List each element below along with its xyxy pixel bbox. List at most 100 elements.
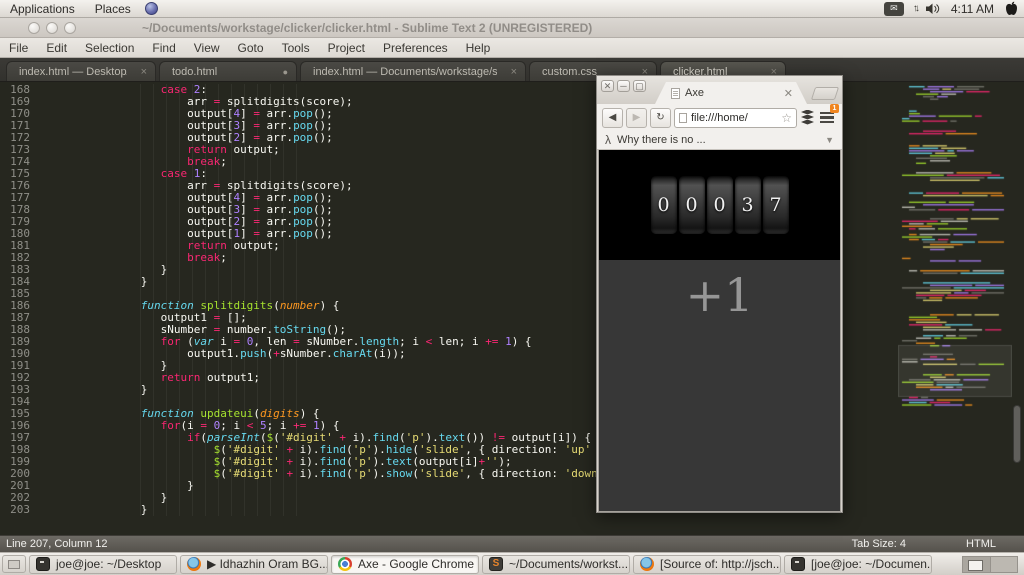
url-text[interactable]: file:///home/ — [691, 112, 748, 124]
chrome-tab-title: Axe — [685, 87, 704, 99]
chrome-maximize-button[interactable]: ▢ — [633, 80, 646, 92]
menu-file[interactable]: File — [0, 38, 37, 57]
tab-label: index.html — Desktop/Travel — [19, 65, 127, 78]
dirty-dot-icon[interactable]: ● — [269, 67, 288, 77]
update-badge: 1 — [830, 103, 839, 113]
close-window-button[interactable] — [28, 21, 40, 34]
taskbar-window-button[interactable]: ▶ Idhazhin Oram BG... — [180, 554, 328, 574]
menu-goto[interactable]: Goto — [229, 38, 273, 57]
menu-view[interactable]: View — [185, 38, 229, 57]
workspace-2[interactable] — [990, 556, 1017, 572]
back-button[interactable]: ◀ — [602, 107, 623, 128]
forward-icon: ▶ — [632, 112, 641, 123]
taskbar: joe@joe: ~/Desktop ▶ Idhazhin Oram BG... A… — [0, 552, 1024, 575]
terminal-icon — [36, 557, 50, 571]
workspace-1[interactable] — [963, 556, 990, 572]
syntax-indicator[interactable]: HTML — [966, 538, 996, 550]
reload-icon: ↻ — [656, 112, 665, 123]
mail-icon[interactable]: ✉ — [883, 1, 904, 16]
tab-size-indicator[interactable]: Tab Size: 4 — [852, 538, 906, 550]
clock[interactable]: 4:11 AM — [949, 2, 996, 16]
chrome-minimize-button[interactable]: ─ — [617, 80, 630, 92]
taskbar-window-label: [Source of: http://jsch... — [660, 557, 781, 571]
bookmarks-overflow-icon[interactable]: ▼ — [825, 135, 834, 145]
chrome-menu-button[interactable]: 1 — [819, 103, 839, 126]
chrome-window-controls: ✕ ─ ▢ — [601, 80, 646, 92]
back-icon: ◀ — [608, 112, 617, 123]
chrome-tab[interactable]: Axe ✕ — [655, 82, 807, 104]
maximize-window-button[interactable] — [64, 21, 76, 34]
window-controls — [28, 21, 76, 34]
task-items: joe@joe: ~/Desktop ▶ Idhazhin Oram BG... A… — [29, 554, 932, 574]
panel-indicators: ✉ ↑↓ 4:11 AM — [883, 1, 1024, 16]
layers-icon[interactable] — [800, 109, 816, 126]
menu-tools[interactable]: Tools — [273, 38, 319, 57]
browser-globe-icon[interactable] — [144, 2, 158, 15]
tab-close-icon[interactable]: × — [127, 66, 147, 78]
taskbar-window-label: joe@joe: ~/Desktop — [56, 557, 162, 571]
menu-edit[interactable]: Edit — [37, 38, 76, 57]
page-favicon-icon — [671, 87, 680, 99]
taskbar-window-button[interactable]: Axe - Google Chrome — [331, 554, 479, 574]
sublime-titlebar[interactable]: ~/Documents/workstage/clicker/clicker.ht… — [0, 18, 1024, 38]
sublime-text-window: ~/Documents/workstage/clicker/clicker.ht… — [0, 18, 1024, 552]
panel-menu-places[interactable]: Places — [85, 2, 141, 16]
address-bar[interactable]: file:///home/ ☆ — [674, 107, 797, 128]
odometer-counter: 00037 — [599, 150, 840, 260]
panel-menu-applications[interactable]: Applications — [0, 2, 85, 16]
apple-icon[interactable] — [1005, 1, 1018, 16]
taskbar-window-button[interactable]: [Source of: http://jsch... — [633, 554, 781, 574]
chrome-titlebar[interactable]: ✕ ─ ▢ Axe ✕ — [597, 76, 842, 104]
sublime-icon: S — [489, 557, 503, 571]
tab-label: todo.html — [172, 65, 218, 78]
network-icon[interactable]: ↑↓ — [913, 3, 920, 14]
chrome-close-button[interactable]: ✕ — [601, 80, 614, 92]
menu-find[interactable]: Find — [143, 38, 184, 57]
firefox-icon — [640, 557, 654, 571]
tab-close-icon[interactable]: × — [497, 66, 517, 78]
show-desktop-button[interactable] — [2, 555, 26, 573]
chrome-tab-close-icon[interactable]: ✕ — [784, 87, 793, 100]
new-tab-button[interactable] — [810, 87, 840, 100]
odometer-digit: 7 — [762, 176, 789, 234]
window-title: ~/Documents/workstage/clicker/clicker.ht… — [142, 20, 593, 35]
menu-help[interactable]: Help — [457, 38, 500, 57]
taskbar-window-button[interactable]: [joe@joe: ~/Documen... — [784, 554, 932, 574]
odometer-digit: 0 — [706, 176, 733, 234]
reload-button[interactable]: ↻ — [650, 107, 671, 128]
firefox-icon — [187, 557, 201, 571]
cursor-position: Line 207, Column 12 — [6, 538, 108, 550]
bookmark-item[interactable]: Why there is no ... — [617, 134, 706, 146]
bookmark-star-icon[interactable]: ☆ — [781, 111, 792, 125]
terminal-icon — [791, 557, 805, 571]
minimize-window-button[interactable] — [46, 21, 58, 34]
tab-label: index.html — Documents/workstage/smsport… — [313, 65, 497, 78]
sublime-statusbar: Line 207, Column 12 Tab Size: 4 HTML — [0, 535, 1024, 552]
code-editor[interactable]: 168 case 2: 169 arr = splitdigits(score);… — [0, 82, 1024, 535]
taskbar-window-label: ▶ Idhazhin Oram BG... — [207, 557, 328, 571]
editor-scrollbar-thumb[interactable] — [1013, 405, 1021, 463]
menu-selection[interactable]: Selection — [76, 38, 143, 57]
taskbar-window-button[interactable]: S ~/Documents/workst... — [482, 554, 630, 574]
minimap[interactable] — [898, 84, 1012, 414]
sublime-tabbar: index.html — Desktop/Travel×todo.html●in… — [0, 58, 1024, 82]
panel-menus: Applications Places — [0, 2, 141, 16]
chrome-window: ✕ ─ ▢ Axe ✕ ◀ ▶ ↻ file:///home/ ☆ 1 λ Wh… — [596, 75, 843, 513]
menu-project[interactable]: Project — [319, 38, 374, 57]
odometer-digit: 0 — [650, 176, 677, 234]
taskbar-window-label: [joe@joe: ~/Documen... — [811, 557, 932, 571]
chrome-toolbar: ◀ ▶ ↻ file:///home/ ☆ 1 — [597, 103, 842, 131]
volume-icon[interactable] — [925, 3, 940, 15]
line-number: 203 — [10, 503, 30, 516]
menu-preferences[interactable]: Preferences — [374, 38, 457, 57]
editor-tab[interactable]: index.html — Desktop/Travel× — [6, 61, 156, 81]
increment-button[interactable]: +1 — [599, 268, 840, 322]
editor-tab[interactable]: todo.html ● — [159, 61, 297, 81]
editor-tab[interactable]: index.html — Documents/workstage/smsport… — [300, 61, 526, 81]
show-desktop-icon — [8, 559, 20, 569]
sublime-menubar: File Edit Selection Find View Goto Tools Projec… — [0, 38, 1024, 58]
taskbar-window-label: ~/Documents/workst... — [509, 557, 629, 571]
chrome-icon — [338, 557, 352, 571]
taskbar-window-button[interactable]: joe@joe: ~/Desktop — [29, 554, 177, 574]
forward-button[interactable]: ▶ — [626, 107, 647, 128]
